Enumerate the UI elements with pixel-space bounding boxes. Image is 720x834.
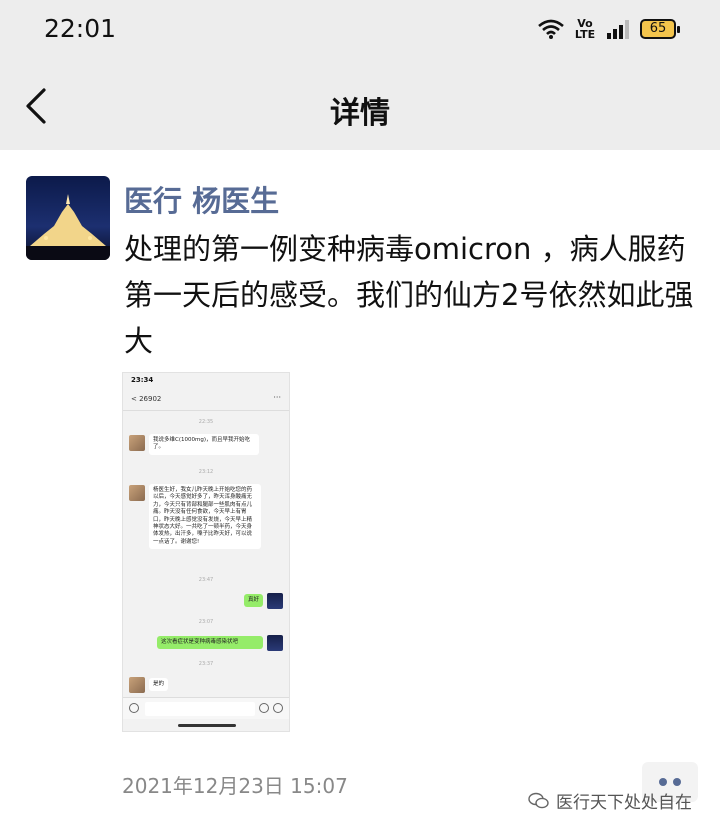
mini-doctor-avatar (267, 635, 283, 651)
mini-doctor-avatar (267, 593, 283, 609)
wechat-logo-icon (528, 792, 549, 808)
mini-plus-icon (273, 703, 283, 713)
dot-icon (673, 778, 681, 786)
author-name[interactable]: 医行 杨医生 (124, 178, 279, 220)
mini-user-avatar (129, 435, 145, 451)
page-title: 详情 (330, 96, 390, 131)
mini-timestamp: 22:35 (198, 419, 214, 425)
mini-input-box (145, 702, 255, 716)
mini-user-avatar (129, 677, 145, 693)
mini-chat-header: < 26902 ··· (123, 389, 289, 411)
mini-voice-icon (129, 703, 139, 713)
mini-timestamp: 23:12 (198, 469, 214, 475)
mini-emoji-icon (259, 703, 269, 713)
mini-more-icon: ··· (273, 393, 281, 402)
mini-bubble-right: 真好 (243, 594, 263, 608)
status-bar: 22:01 Vo LTE 65 (0, 0, 720, 62)
dot-icon (659, 778, 667, 786)
author-avatar[interactable] (26, 176, 110, 260)
watermark-text: 医行天下处处自在 (556, 793, 692, 813)
mini-time: 23:34 (131, 376, 154, 384)
chat-screenshot-image[interactable]: 23:34 < 26902 ··· 22:35 我说多维C(1000mg)，而且… (122, 372, 290, 732)
mini-status-bar: 23:34 (123, 373, 289, 389)
mini-bubble-left: 我说多维C(1000mg)，而且早我开始吃了。 (149, 434, 259, 455)
post-date: 2021年12月23日 15:07 (122, 774, 348, 798)
mini-timestamp: 23:07 (198, 619, 214, 625)
post-content: 医行 杨医生 处理的第一例变种病毒omicron ，病人服药第一天后的感受。我们… (0, 150, 720, 834)
mini-home-indicator (178, 724, 236, 727)
volte-icon: Vo LTE (574, 17, 596, 41)
signal-icon (607, 20, 629, 39)
wifi-icon (538, 19, 564, 39)
mini-timestamp: 23:47 (198, 577, 214, 583)
mini-back-label: < 26902 (131, 395, 162, 403)
mini-bubble-right: 这次看症状是变种病毒感染状吧 (157, 636, 263, 650)
mini-bubble-left: 杨医生好，我女儿昨天晚上开始吃您的药以后，今天感觉好多了，昨天浑身酸痛无力，今天… (149, 484, 261, 550)
mini-user-avatar (129, 485, 145, 501)
status-time: 22:01 (44, 14, 117, 43)
battery-icon: 65 (640, 19, 680, 39)
mini-bubble-left: 是的 (149, 678, 169, 692)
nav-bar: 详情 (0, 62, 720, 150)
mini-timestamp: 23:37 (198, 661, 214, 667)
watermark: 医行天下处处自在 (528, 788, 692, 813)
post-text: 处理的第一例变种病毒omicron ，病人服药第一天后的感受。我们的仙方2号依然… (124, 232, 694, 358)
status-icons: Vo LTE 65 (538, 17, 680, 41)
mini-input-bar (123, 697, 289, 719)
